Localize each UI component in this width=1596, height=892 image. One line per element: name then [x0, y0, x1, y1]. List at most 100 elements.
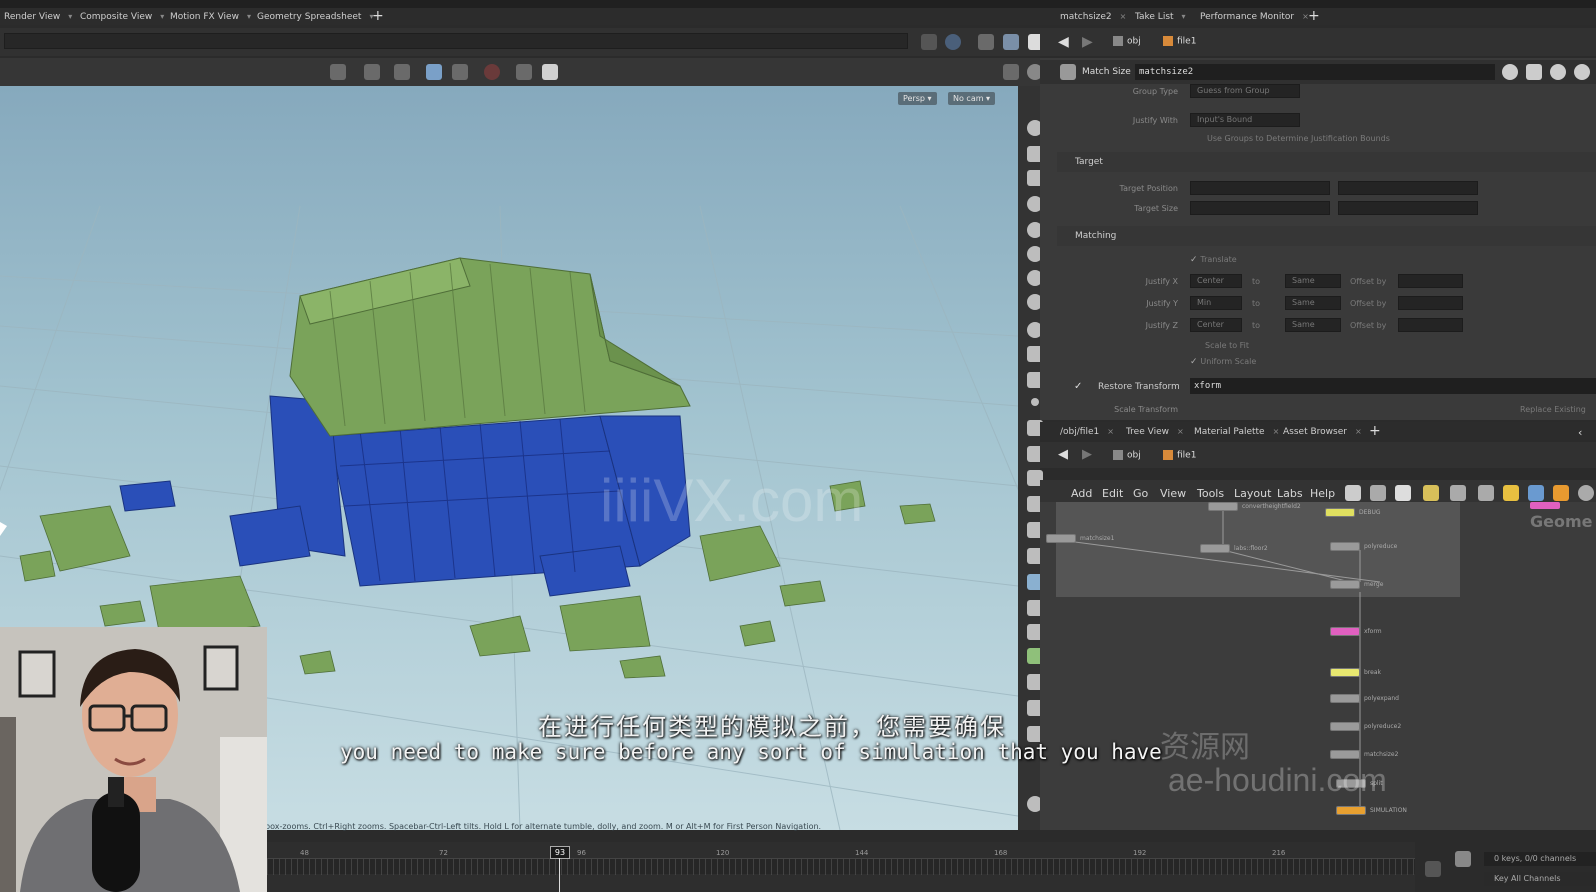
use-groups-label[interactable]: Use Groups to Determine Justification Bo…	[1207, 134, 1390, 143]
tab-close-icon[interactable]: ▾	[247, 12, 251, 21]
restore-transform-checkbox[interactable]: ✓	[1074, 381, 1082, 392]
scale-to-fit-checkbox[interactable]: Scale to Fit	[1205, 341, 1249, 350]
network-node[interactable]	[1336, 806, 1366, 815]
menu-add[interactable]: Add	[1071, 487, 1092, 500]
tab-motion-fx-view[interactable]: Motion FX View ▾	[170, 8, 251, 25]
tab-close-icon[interactable]: ×	[1107, 427, 1114, 436]
network-node[interactable]	[1330, 627, 1360, 636]
add-tab-icon[interactable]: +	[1308, 9, 1320, 23]
target-size-field-y[interactable]	[1338, 201, 1478, 215]
back-icon[interactable]: ◀	[1058, 34, 1069, 50]
menu-help[interactable]: Help	[1310, 487, 1335, 500]
justify-x-offset-field[interactable]	[1398, 274, 1463, 288]
network-node[interactable]	[1330, 722, 1360, 731]
tab-render-view[interactable]: Render View ▾	[4, 8, 72, 25]
network-back-icon[interactable]: ◀	[1058, 447, 1068, 462]
pose-tool-icon[interactable]	[364, 64, 380, 80]
tree-icon[interactable]	[1370, 485, 1386, 501]
gear-icon[interactable]	[1502, 64, 1518, 80]
network-node[interactable]	[1330, 750, 1360, 759]
tab-composite-view[interactable]: Composite View ▾	[80, 8, 164, 25]
color-palette-icon[interactable]	[1423, 485, 1439, 501]
replace-existing-label[interactable]: Replace Existing	[1520, 405, 1586, 414]
snap-icon[interactable]	[394, 64, 410, 80]
grid-icon[interactable]	[452, 64, 468, 80]
justify-z-offset-field[interactable]	[1398, 318, 1463, 332]
justify-z-select[interactable]: Center	[1190, 318, 1242, 332]
tab-close-icon[interactable]: ▾	[68, 12, 72, 21]
menu-go[interactable]: Go	[1133, 487, 1148, 500]
tools-icon[interactable]	[1345, 485, 1361, 501]
tab-close-icon[interactable]: ▾	[160, 12, 164, 21]
magnet-icon[interactable]	[426, 64, 442, 80]
forward-icon[interactable]: ▶	[1082, 34, 1093, 50]
tab-network-path[interactable]: /obj/file1 ×	[1060, 423, 1114, 440]
tab-close-icon[interactable]: ▾	[1182, 12, 1186, 21]
camera-icon[interactable]	[516, 64, 532, 80]
justify-y-offset-field[interactable]	[1398, 296, 1463, 310]
network-node[interactable]	[1046, 534, 1076, 543]
network-node[interactable]	[1330, 580, 1360, 589]
translate-checkbox[interactable]: ✓ Translate	[1190, 255, 1237, 265]
menu-layout[interactable]: Layout	[1234, 487, 1271, 500]
record-icon[interactable]	[484, 64, 500, 80]
path-node[interactable]: file1	[1163, 36, 1196, 47]
node-name-field[interactable]: matchsize2	[1135, 64, 1495, 80]
search-icon[interactable]	[1550, 64, 1566, 80]
layout-icon[interactable]	[1003, 34, 1019, 50]
network-forward-icon[interactable]: ▶	[1082, 447, 1092, 462]
tab-geometry-spreadsheet[interactable]: Geometry Spreadsheet ▾	[257, 8, 373, 25]
network-search-icon[interactable]	[1578, 485, 1594, 501]
tab-close-icon[interactable]: ×	[1273, 427, 1280, 436]
network-path-node[interactable]: file1	[1163, 450, 1196, 461]
menu-view[interactable]: View	[1160, 487, 1186, 500]
collapse-icon[interactable]: ‹	[1578, 426, 1582, 439]
uniform-scale-checkbox[interactable]: ✓ Uniform Scale	[1190, 357, 1256, 367]
network-node[interactable]	[1200, 544, 1230, 553]
pin-icon[interactable]	[921, 34, 937, 50]
network-node[interactable]	[1325, 508, 1355, 517]
menu-labs[interactable]: Labs	[1277, 487, 1303, 500]
network-box-icon[interactable]	[1478, 485, 1494, 501]
select-tool-icon[interactable]	[330, 64, 346, 80]
image-icon[interactable]	[1528, 485, 1544, 501]
network-node[interactable]	[1208, 502, 1238, 511]
network-node[interactable]	[1330, 668, 1360, 677]
viewport-path-field[interactable]	[4, 33, 908, 49]
menu-tools[interactable]: Tools	[1197, 487, 1224, 500]
persp-menu[interactable]: Persp ▾	[898, 92, 937, 105]
network-path-root[interactable]: obj	[1113, 450, 1141, 461]
key-icon[interactable]	[1425, 861, 1441, 877]
settings-icon[interactable]	[542, 64, 558, 80]
justify-x-target-select[interactable]: Same	[1285, 274, 1341, 288]
tab-material-palette[interactable]: Material Palette ×	[1194, 423, 1279, 440]
group-type-select[interactable]: Guess from Group	[1190, 84, 1300, 98]
matching-section-header[interactable]: Matching	[1057, 226, 1596, 246]
camera-menu[interactable]: No cam ▾	[948, 92, 996, 105]
point-icon[interactable]	[1031, 398, 1039, 406]
target-position-field[interactable]	[1190, 181, 1330, 195]
target-size-field[interactable]	[1190, 201, 1330, 215]
tab-take-list[interactable]: Take List ▾	[1135, 8, 1186, 25]
info-params-icon[interactable]	[1574, 64, 1590, 80]
tab-asset-browser[interactable]: Asset Browser ×	[1283, 423, 1362, 440]
justify-x-select[interactable]: Center	[1190, 274, 1242, 288]
sticky-note-icon[interactable]	[1503, 485, 1519, 501]
tab-close-icon[interactable]: ×	[1177, 427, 1184, 436]
add-tab-icon[interactable]: +	[372, 9, 384, 23]
justify-y-target-select[interactable]: Same	[1285, 296, 1341, 310]
help-h-icon[interactable]	[1526, 64, 1542, 80]
tab-close-icon[interactable]: ×	[1120, 12, 1127, 21]
path-root[interactable]: obj	[1113, 36, 1141, 47]
channel-icon[interactable]	[1455, 851, 1471, 867]
restore-transform-field[interactable]: xform	[1190, 378, 1596, 394]
key-all-channels-button[interactable]: Key All Channels	[1484, 872, 1596, 886]
tab-close-icon[interactable]: ×	[1355, 427, 1362, 436]
sync-icon[interactable]	[945, 34, 961, 50]
dots-icon[interactable]	[1553, 485, 1569, 501]
justify-y-select[interactable]: Min	[1190, 296, 1242, 310]
target-position-field-y[interactable]	[1338, 181, 1478, 195]
target-section-header[interactable]: Target	[1057, 152, 1596, 172]
list-icon[interactable]	[1395, 485, 1411, 501]
justify-with-select[interactable]: Input's Bound	[1190, 113, 1300, 127]
